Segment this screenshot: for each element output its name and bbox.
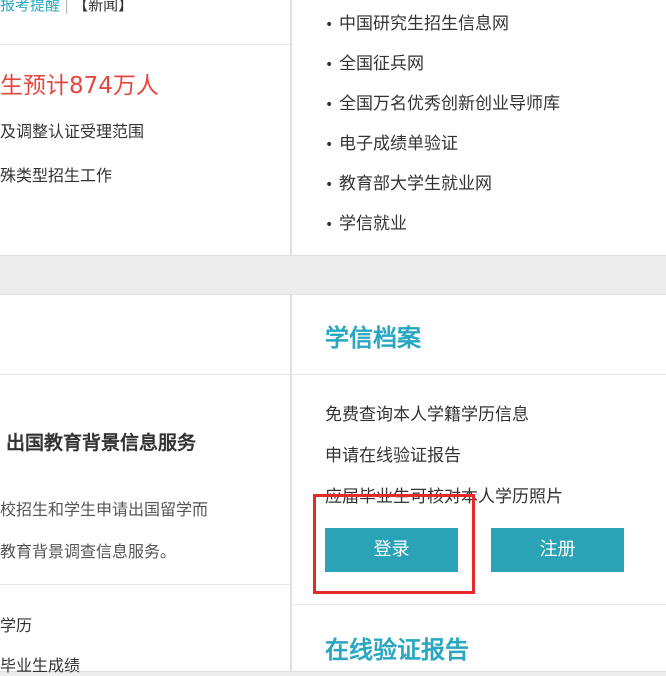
- overseas-service-item[interactable]: 毕业生成绩: [0, 652, 80, 676]
- link-item[interactable]: • 学信就业: [325, 210, 560, 250]
- overseas-panel: [0, 294, 291, 672]
- news-item[interactable]: 殊类型招生工作: [0, 162, 112, 186]
- overseas-service-desc: 校招生和学生申请出国留学而: [0, 500, 209, 519]
- login-highlight-box: [313, 494, 475, 594]
- news-divider: [0, 44, 291, 45]
- link-label[interactable]: 全国征兵网: [339, 54, 424, 74]
- link-item[interactable]: • 中国研究生招生信息网: [325, 10, 560, 50]
- bullet-icon: •: [325, 137, 334, 153]
- register-button[interactable]: 注册: [491, 528, 624, 572]
- link-label[interactable]: 学信就业: [339, 214, 407, 234]
- news-item[interactable]: 及调整认证受理范围: [0, 118, 144, 142]
- bullet-icon: •: [325, 57, 334, 73]
- archive-feature: 申请在线验证报告: [325, 446, 461, 466]
- archive-feature: 免费查询本人学籍学历信息: [325, 405, 529, 425]
- overseas-service-item[interactable]: 学历: [0, 612, 32, 636]
- link-label[interactable]: 教育部大学生就业网: [339, 174, 492, 194]
- bullet-icon: •: [325, 97, 334, 113]
- section-divider: [0, 374, 666, 375]
- archive-divider: [291, 604, 666, 605]
- link-label[interactable]: 中国研究生招生信息网: [339, 14, 509, 34]
- overseas-service-desc: 教育背景调查信息服务。: [0, 542, 177, 561]
- archive-title[interactable]: 学信档案: [325, 318, 421, 353]
- news-headline[interactable]: 生预计874万人: [0, 66, 159, 100]
- overseas-service-title[interactable]: 出国教育背景信息服务: [6, 428, 196, 455]
- bullet-icon: •: [325, 217, 334, 233]
- news-separator: |: [64, 0, 70, 14]
- link-item[interactable]: • 全国征兵网: [325, 50, 560, 90]
- bullet-icon: •: [325, 177, 334, 193]
- news-reminder-link[interactable]: 报考提醒: [0, 0, 60, 14]
- related-links-list: • 中国研究生招生信息网 • 全国征兵网 • 全国万名优秀创新创业导师库 • 电子成绩单…: [325, 10, 560, 250]
- link-label[interactable]: 全国万名优秀创新创业导师库: [339, 94, 560, 114]
- link-item[interactable]: • 电子成绩单验证: [325, 130, 560, 170]
- bullet-icon: •: [325, 17, 334, 33]
- link-item[interactable]: • 全国万名优秀创新创业导师库: [325, 90, 560, 130]
- link-item[interactable]: • 教育部大学生就业网: [325, 170, 560, 210]
- link-label[interactable]: 电子成绩单验证: [339, 134, 458, 154]
- news-top-line: 报考提醒 | 【新闻】: [0, 0, 133, 15]
- verify-report-title[interactable]: 在线验证报告: [325, 630, 469, 665]
- news-tag: 【新闻】: [73, 0, 134, 14]
- overseas-divider: [0, 584, 291, 585]
